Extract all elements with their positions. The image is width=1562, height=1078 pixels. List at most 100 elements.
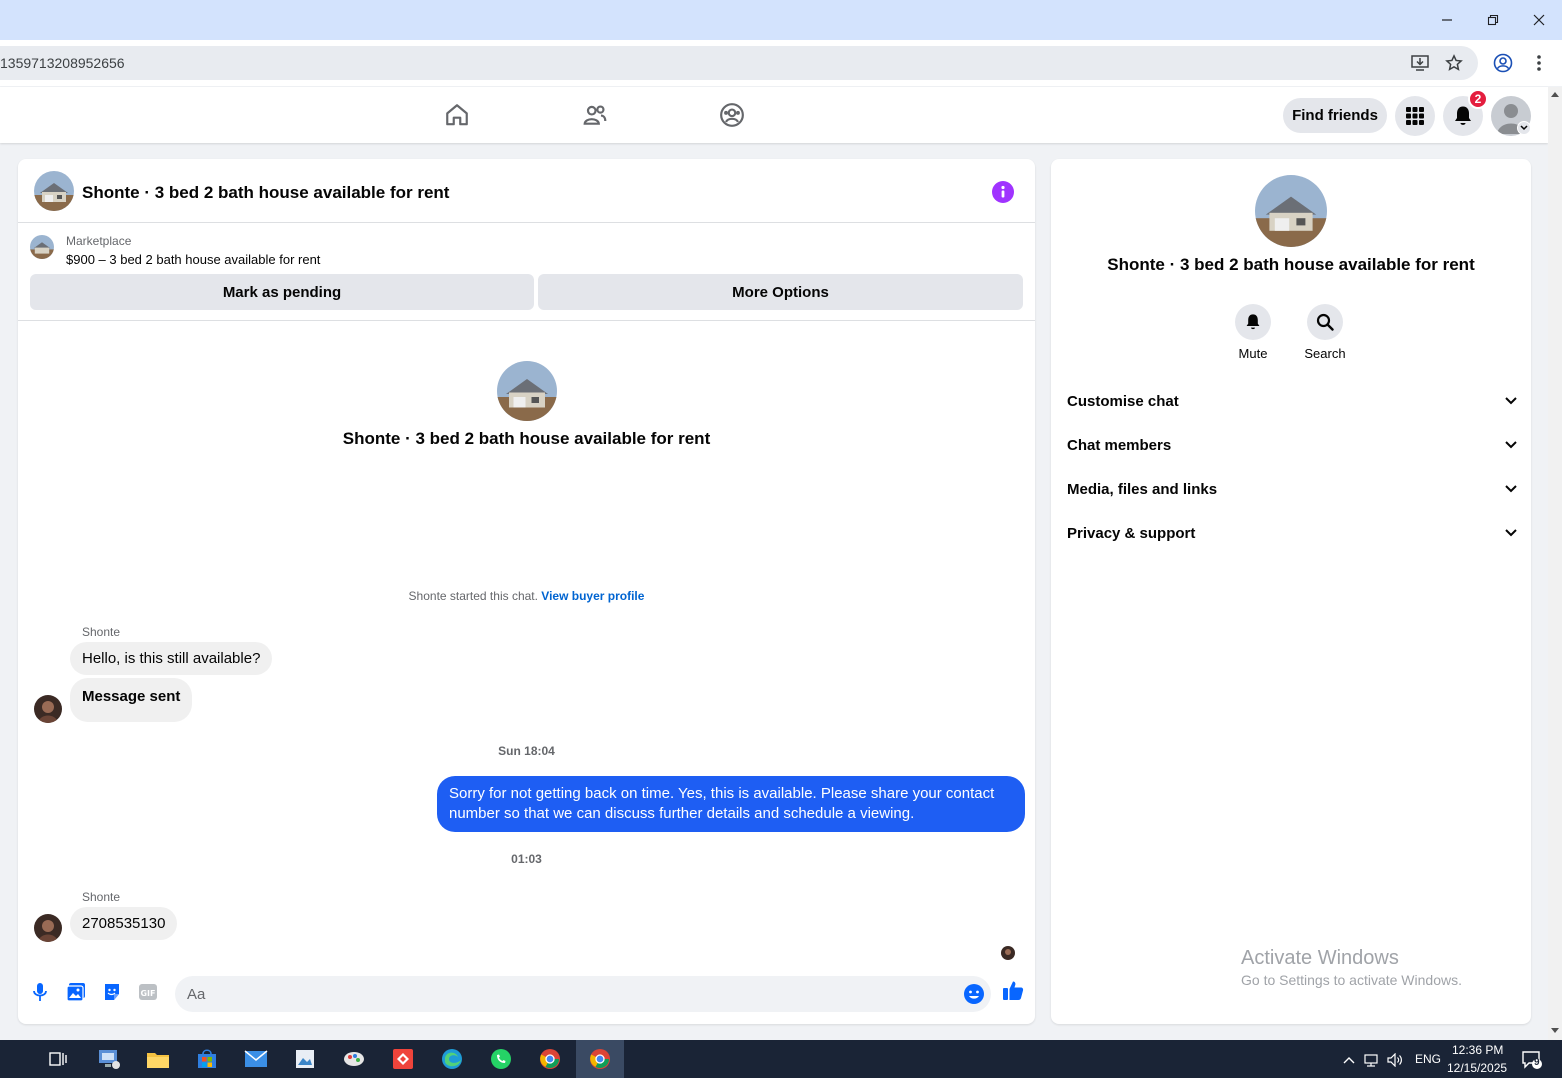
sender-name: Shonte <box>82 625 121 639</box>
microphone-icon[interactable] <box>29 981 51 1003</box>
sender-name: Shonte <box>82 890 121 904</box>
chevron-down-icon <box>1505 485 1517 493</box>
listing-price-text[interactable]: $900 – 3 bed 2 bath house available for … <box>66 252 320 267</box>
file-explorer-icon[interactable] <box>145 1046 171 1072</box>
clock-time[interactable]: 12:36 PM <box>1452 1043 1503 1057</box>
chevron-down-icon <box>1505 441 1517 449</box>
incoming-message[interactable]: 2708535130 <box>70 907 178 940</box>
chat-panel: Shonte · 3 bed 2 bath house available fo… <box>18 159 1035 1024</box>
chevron-down-icon <box>1505 397 1517 405</box>
browser-menu-icon[interactable] <box>1528 52 1550 74</box>
clock-date[interactable]: 12/15/2025 <box>1447 1061 1507 1075</box>
privacy-support-section[interactable]: Privacy & support <box>1067 513 1517 553</box>
chat-title[interactable]: Shonte · 3 bed 2 bath house available fo… <box>82 183 449 203</box>
language-indicator[interactable]: ENG <box>1415 1052 1441 1066</box>
incoming-message[interactable]: Hello, is this still available? <box>70 642 273 675</box>
paint-app-icon[interactable] <box>341 1046 367 1072</box>
bookmark-star-icon[interactable] <box>1444 54 1464 72</box>
close-icon[interactable] <box>1516 8 1562 32</box>
emoji-icon[interactable] <box>963 983 985 1005</box>
restore-icon[interactable] <box>1470 8 1516 32</box>
chevron-down-icon <box>1505 529 1517 537</box>
notification-count-badge: 2 <box>1468 89 1488 109</box>
chevron-up-icon[interactable] <box>1341 1052 1357 1068</box>
section-label: Privacy & support <box>1067 524 1196 542</box>
message-timestamp: 01:03 <box>511 852 542 866</box>
more-options-button[interactable]: More Options <box>538 274 1023 310</box>
chat-header: Shonte · 3 bed 2 bath house available fo… <box>18 159 1035 223</box>
sticker-icon[interactable] <box>101 981 123 1003</box>
view-buyer-profile-link[interactable]: View buyer profile <box>541 589 644 603</box>
chat-started-note: Shonte started this chat. View buyer pro… <box>18 589 1035 603</box>
buyer-avatar[interactable] <box>34 695 62 723</box>
message-input-placeholder: Aa <box>187 986 206 1003</box>
browser-titlebar <box>0 0 1562 40</box>
remote-desktop-icon[interactable] <box>96 1046 122 1072</box>
outgoing-message[interactable]: Sorry for not getting back on time. Yes,… <box>437 776 1025 832</box>
groups-icon[interactable] <box>718 101 746 129</box>
section-label: Customise chat <box>1067 392 1179 410</box>
browser-toolbar: 1359713208952656 <box>0 40 1562 86</box>
scroll-down-icon[interactable] <box>1551 1028 1559 1033</box>
marketplace-label: Marketplace <box>66 234 132 248</box>
gif-icon[interactable]: GIF <box>137 981 159 1003</box>
listing-avatar[interactable] <box>34 171 74 211</box>
chrome-profile-icon[interactable] <box>537 1046 563 1072</box>
photos-app-icon[interactable] <box>292 1046 318 1072</box>
install-app-icon[interactable] <box>1410 54 1430 72</box>
buyer-avatar[interactable] <box>34 914 62 942</box>
windows-taskbar: ENG 12:36 PM 12/15/2025 9 <box>0 1040 1562 1078</box>
message-composer: GIF Aa <box>18 971 1035 1017</box>
section-label: Chat members <box>1067 436 1172 454</box>
marketplace-listing-thumb[interactable] <box>30 235 54 259</box>
chat-members-section[interactable]: Chat members <box>1067 425 1517 465</box>
chat-info-panel: Shonte · 3 bed 2 bath house available fo… <box>1051 159 1531 1024</box>
message-timestamp: Sun 18:04 <box>498 744 555 758</box>
edge-browser-icon[interactable] <box>439 1046 465 1072</box>
profile-icon[interactable] <box>1492 52 1514 74</box>
mute-button[interactable]: Mute <box>1223 304 1283 361</box>
volume-icon[interactable] <box>1387 1052 1403 1068</box>
search-button[interactable]: Search <box>1295 304 1355 361</box>
mark-as-pending-button[interactable]: Mark as pending <box>30 274 534 310</box>
listing-profile-photo[interactable] <box>1255 175 1327 247</box>
message-input[interactable]: Aa <box>175 976 991 1012</box>
section-label: Media, files and links <box>1067 480 1218 498</box>
activate-windows-subtitle: Go to Settings to activate Windows. <box>1241 972 1462 988</box>
seen-indicator-avatar <box>1001 946 1015 960</box>
media-files-links-section[interactable]: Media, files and links <box>1067 469 1517 509</box>
info-panel-title: Shonte · 3 bed 2 bath house available fo… <box>1107 255 1475 274</box>
address-bar[interactable]: 1359713208952656 <box>0 46 1478 80</box>
friends-icon[interactable] <box>581 101 609 129</box>
activate-windows-title: Activate Windows <box>1241 947 1399 969</box>
whatsapp-icon[interactable] <box>488 1046 514 1072</box>
mute-bell-icon[interactable] <box>1235 304 1271 340</box>
photo-attach-icon[interactable] <box>65 981 87 1003</box>
like-thumb-icon[interactable] <box>1002 979 1024 1001</box>
conversation-title: Shonte · 3 bed 2 bath house available fo… <box>342 429 711 448</box>
search-icon[interactable] <box>1307 304 1343 340</box>
menu-grid-icon[interactable] <box>1395 96 1435 136</box>
facebook-top-nav: Find friends 2 <box>0 87 1548 143</box>
incoming-message[interactable]: Message sent <box>70 678 193 722</box>
account-chevron-icon[interactable] <box>1517 121 1531 135</box>
page-scrollbar[interactable] <box>1548 87 1562 1040</box>
customise-chat-section[interactable]: Customise chat <box>1067 381 1517 421</box>
mail-icon[interactable] <box>243 1046 269 1072</box>
started-text: Shonte started this chat. <box>408 589 542 603</box>
header-divider <box>18 320 1035 321</box>
chrome-active-icon[interactable] <box>587 1046 613 1072</box>
task-view-icon[interactable] <box>45 1046 71 1072</box>
listing-large-avatar <box>497 361 557 421</box>
scroll-up-icon[interactable] <box>1551 92 1559 97</box>
microsoft-store-icon[interactable] <box>194 1046 220 1072</box>
action-center-count: 9 <box>1534 1057 1540 1068</box>
anydesk-icon[interactable] <box>390 1046 416 1072</box>
search-label: Search <box>1304 346 1346 361</box>
home-icon[interactable] <box>443 101 471 129</box>
minimize-icon[interactable] <box>1424 8 1470 32</box>
find-friends-button[interactable]: Find friends <box>1283 98 1387 133</box>
network-icon[interactable] <box>1364 1052 1380 1068</box>
info-icon[interactable] <box>992 181 1014 203</box>
action-center-icon[interactable]: 9 <box>1521 1050 1543 1070</box>
